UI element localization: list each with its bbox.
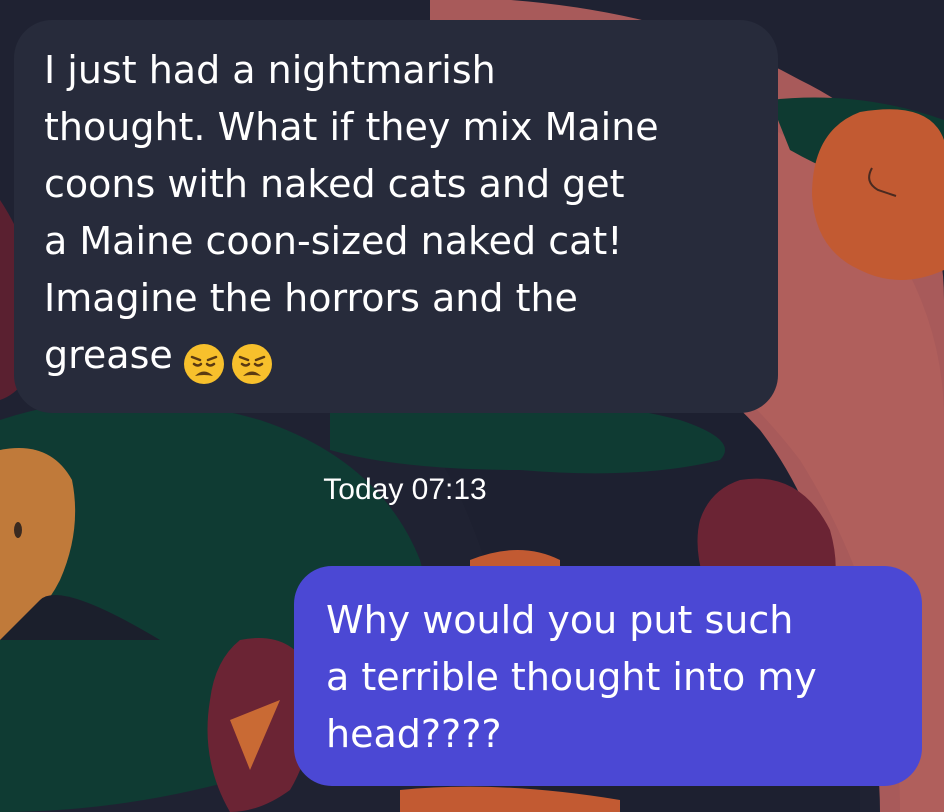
incoming-message-bubble[interactable]: I just had a nightmarish thought. What i… [14,20,778,413]
outgoing-message-text: Why would you put such a terrible though… [326,598,817,756]
chat-screen: I just had a nightmarish thought. What i… [0,0,944,812]
incoming-message-text: I just had a nightmarish thought. What i… [44,48,659,377]
emoji-group [183,333,279,390]
weary-face-emoji-icon [183,343,224,384]
outgoing-message-bubble[interactable]: Why would you put such a terrible though… [294,566,922,786]
weary-face-emoji-icon [231,343,272,384]
message-timestamp: Today 07:13 [323,473,487,506]
